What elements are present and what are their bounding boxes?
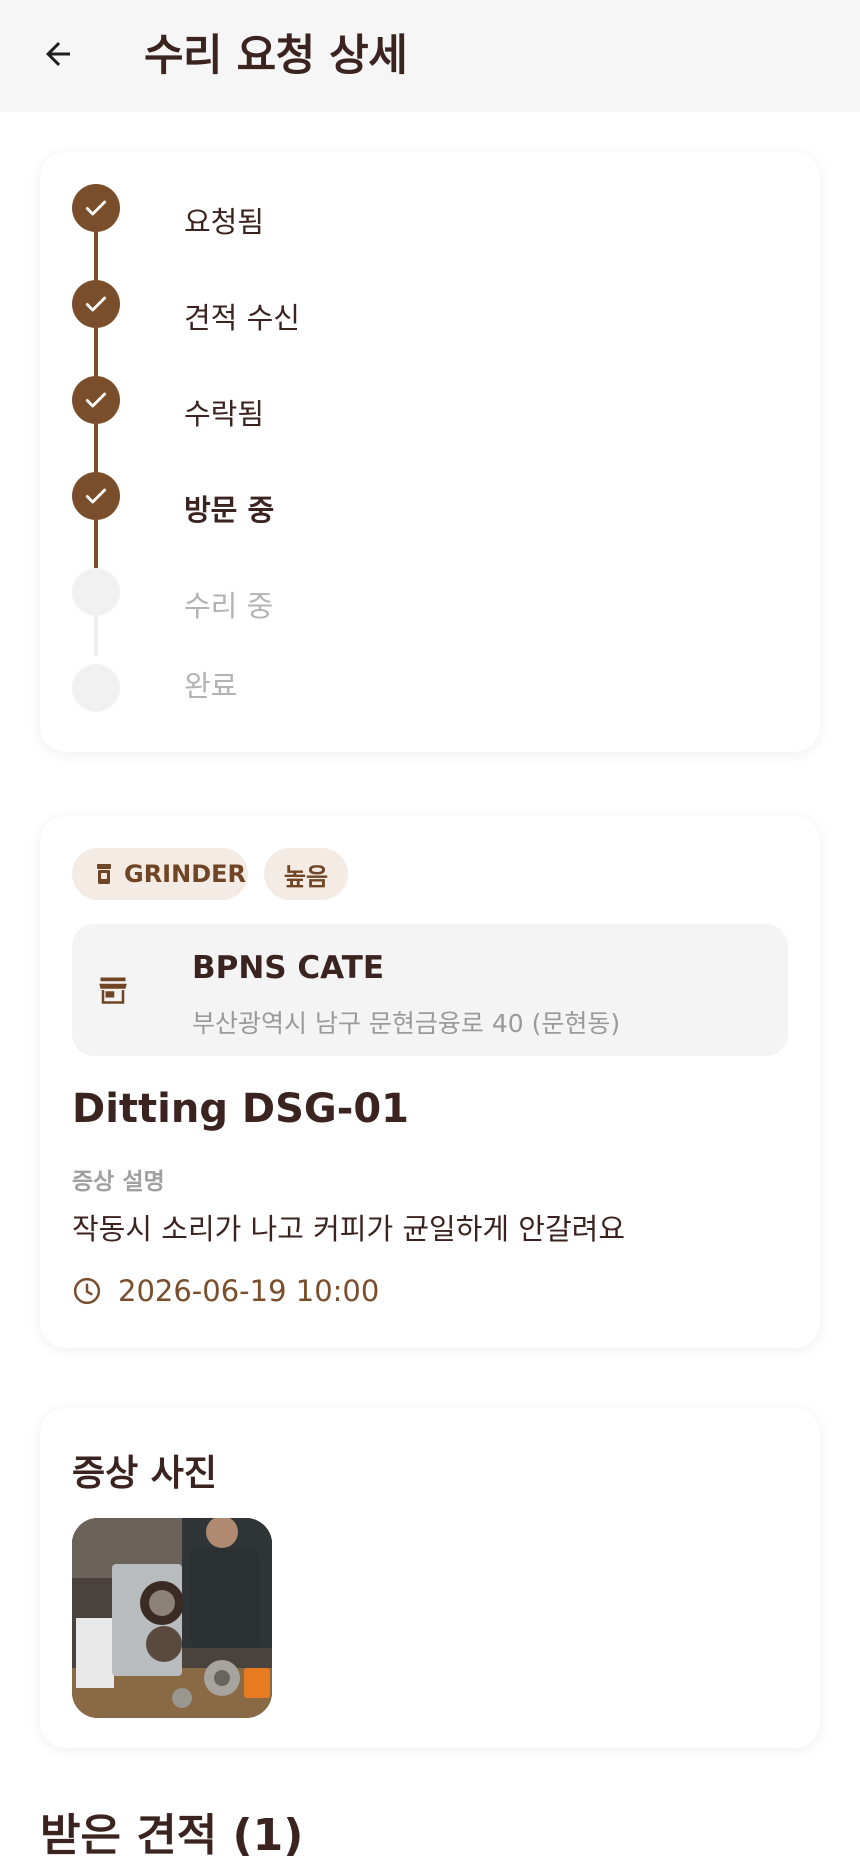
equipment-type-chip: GRINDER [72, 848, 248, 900]
schedule-row: 2026-06-19 10:00 [72, 1274, 379, 1308]
step-completed: 완료 [72, 664, 772, 724]
chip-label: 높음 [283, 862, 329, 891]
chip-label: GRINDER [124, 860, 246, 888]
shop-info-box: BPNS CATE 부산광역시 남구 문현금융로 40 (문현동) [72, 924, 788, 1056]
step-dot [72, 472, 120, 520]
step-label: 견적 수신 [184, 301, 300, 335]
step-dot [72, 376, 120, 424]
photos-title: 증상 사진 [72, 1453, 218, 1494]
page-title: 수리 요청 상세 [144, 31, 408, 81]
symptom-label: 증상 설명 [72, 1169, 165, 1195]
schedule-datetime: 2026-06-19 10:00 [118, 1274, 380, 1308]
clock-icon [73, 1277, 101, 1305]
step-label: 완료 [184, 669, 238, 703]
step-requested: 요청됨 [72, 184, 772, 280]
step-connector [94, 520, 98, 568]
step-repairing: 수리 중 [72, 568, 772, 656]
coffee-grinder-icon [97, 864, 111, 884]
photo-illustration [72, 1518, 272, 1718]
step-label: 방문 중 [184, 493, 275, 527]
check-icon [85, 392, 107, 408]
step-connector [94, 616, 98, 656]
check-icon [85, 296, 107, 312]
store-icon [99, 977, 127, 1004]
step-visiting: 방문 중 [72, 472, 772, 568]
arrow-left-icon [46, 42, 70, 66]
shop-address: 부산광역시 남구 문현금융로 40 (문현동) [192, 1009, 621, 1038]
app-bar: 수리 요청 상세 [0, 0, 860, 112]
step-accepted: 수락됨 [72, 376, 772, 472]
back-button[interactable] [30, 26, 86, 82]
check-icon [85, 200, 107, 216]
symptom-photo-thumbnail[interactable] [72, 1518, 272, 1718]
step-label: 요청됨 [184, 205, 265, 239]
priority-chip: 높음 [264, 848, 348, 900]
shop-name: BPNS CATE [192, 950, 385, 986]
step-label: 수리 중 [184, 589, 274, 623]
progress-stepper-card: 요청됨 견적 수신 수락됨 방문 중 수리 중 완료 [40, 152, 820, 752]
symptom-photos-card: 증상 사진 [40, 1408, 820, 1748]
step-connector [94, 328, 98, 376]
check-icon [85, 488, 107, 504]
step-dot [72, 568, 120, 616]
step-dot [72, 184, 120, 232]
step-connector [94, 424, 98, 472]
step-dot [72, 280, 120, 328]
step-dot [72, 664, 120, 712]
step-connector [94, 232, 98, 280]
equipment-name: Ditting DSG-01 [72, 1086, 410, 1132]
symptom-description: 작동시 소리가 나고 커피가 균일하게 안갈려요 [72, 1212, 626, 1246]
request-info-card: GRINDER 높음 BPNS CATE 부산광역시 남구 문현금융로 40 (… [40, 816, 820, 1348]
step-quote-received: 견적 수신 [72, 280, 772, 376]
step-label: 수락됨 [184, 397, 265, 431]
received-quotes-title: 받은 견적 (1) [40, 1810, 304, 1861]
